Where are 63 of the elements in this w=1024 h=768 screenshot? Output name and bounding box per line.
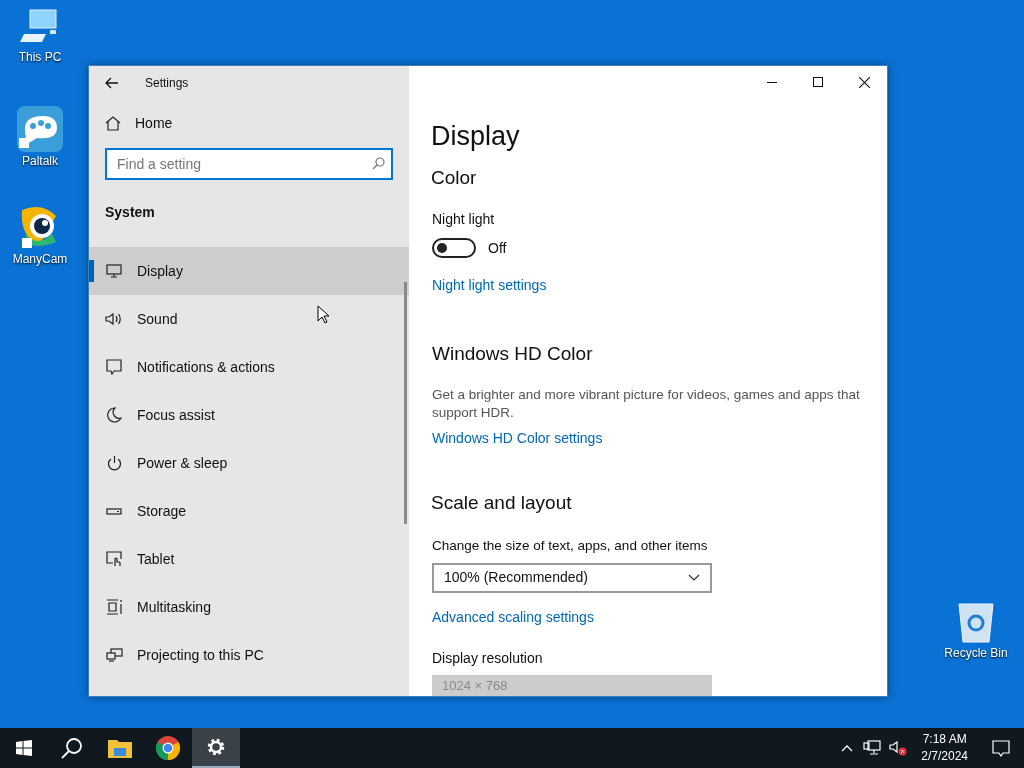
- minimize-icon: [767, 81, 777, 83]
- page-title: Display: [431, 120, 520, 152]
- description: Get a brighter and more vibrant picture for videos, games and apps that support HDR.: [432, 386, 861, 422]
- sidebar-item[interactable]: Tablet: [89, 535, 409, 583]
- tablet-icon: [106, 551, 122, 567]
- settings-link[interactable]: Windows HD Color settings: [432, 428, 603, 449]
- back-arrow-icon[interactable]: [105, 77, 119, 89]
- network-icon[interactable]: [863, 740, 882, 756]
- sidebar-item[interactable]: Notifications & actions: [89, 343, 409, 391]
- desktop-icon-label[interactable]: ManyCam: [12, 252, 68, 266]
- search-icon: [61, 737, 83, 759]
- screens-icon: [105, 648, 123, 662]
- desktop-icon-label[interactable]: Paltalk: [22, 154, 58, 168]
- browser-icon: [156, 736, 180, 760]
- setting-label: Night light: [432, 209, 495, 229]
- section-heading: Scale and layout: [431, 491, 572, 515]
- chat-people-icon: [17, 106, 63, 152]
- sidebar-item[interactable]: Multitasking: [89, 583, 409, 631]
- section-heading: Windows HD Color: [432, 341, 593, 366]
- toggle-switch[interactable]: [432, 238, 476, 258]
- settings-link[interactable]: Night light settings: [432, 274, 547, 296]
- sidebar-item[interactable]: Focus assist: [89, 391, 409, 439]
- setting-label: Display resolution: [432, 649, 543, 669]
- maximize-icon: [813, 77, 823, 87]
- clock-date[interactable]: 2/7/2024: [921, 748, 968, 765]
- monitor-icon: [106, 264, 122, 278]
- drive-icon: [106, 507, 122, 515]
- setting-label: Change the size of text, apps, and other items: [432, 536, 708, 555]
- message-icon: [106, 359, 122, 375]
- sidebar-item[interactable]: Storage: [89, 487, 409, 535]
- selection-indicator: [89, 260, 94, 282]
- settings-link[interactable]: Advanced scaling settings: [432, 607, 594, 629]
- clock-time[interactable]: 7:18 AM: [922, 731, 967, 748]
- section-heading: Color: [431, 166, 477, 190]
- close-icon: [858, 76, 870, 88]
- trash-bin-icon: [957, 600, 995, 644]
- search-icon: [372, 157, 385, 170]
- window-layout-icon: [105, 599, 123, 615]
- sidebar-item[interactable]: Projecting to this PC: [89, 631, 409, 679]
- desktop-icon-label[interactable]: Recycle Bin: [944, 646, 1008, 660]
- mouse-pointer-icon: [317, 305, 329, 324]
- muted-speaker-icon[interactable]: [889, 740, 908, 756]
- taskbar-app-button[interactable]: [192, 728, 240, 768]
- desktop-icon-label[interactable]: This PC: [18, 50, 62, 64]
- windows-logo-icon: [16, 740, 32, 756]
- chevron-down-icon: [688, 574, 700, 582]
- folder-icon: [108, 738, 132, 758]
- power-icon: [106, 455, 122, 471]
- scale-dropdown[interactable]: 100% (Recommended): [432, 562, 712, 594]
- window-title: Settings: [145, 75, 189, 92]
- message-icon: [992, 739, 1010, 757]
- section-heading: System: [104, 203, 155, 222]
- sidebar-item[interactable]: Sound: [89, 295, 409, 343]
- sidebar-item[interactable]: Display: [89, 247, 409, 295]
- home-icon: [105, 115, 121, 131]
- sidebar-item[interactable]: Power & sleep: [89, 439, 409, 487]
- home-item[interactable]: Home: [89, 100, 409, 146]
- chevron-up-icon[interactable]: [841, 744, 854, 752]
- speaker-icon: [105, 312, 123, 326]
- moon-icon: [106, 407, 122, 423]
- gear-icon: [206, 737, 226, 757]
- search-field[interactable]: Find a setting: [105, 148, 393, 180]
- toggle-state: Off: [488, 238, 507, 258]
